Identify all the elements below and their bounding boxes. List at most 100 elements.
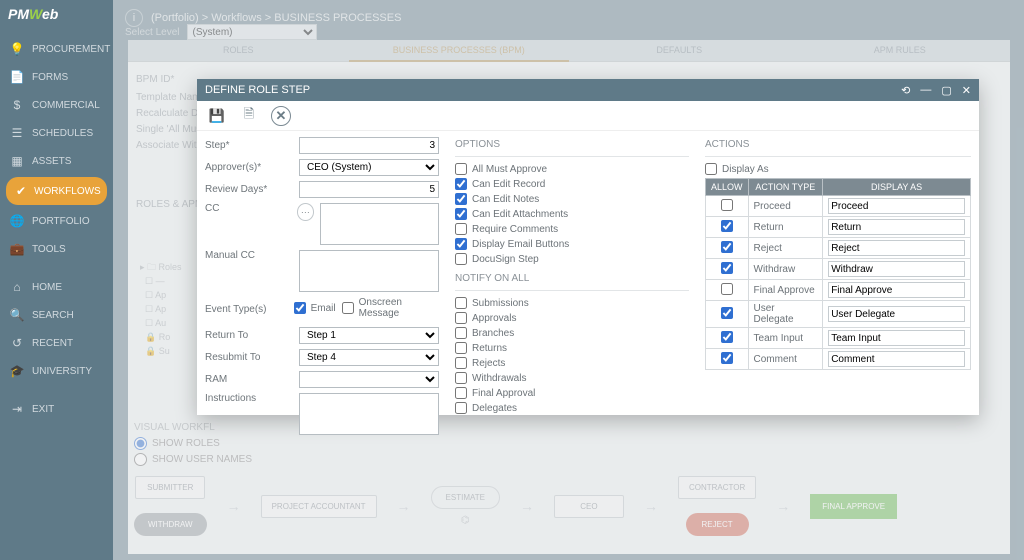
cc-textarea[interactable] <box>320 203 439 245</box>
table-row: Final Approve <box>706 280 971 301</box>
actions-table: ALLOW ACTION TYPE DISPLAY AS Proceed Ret… <box>705 178 971 370</box>
dialog-toolbar: 💾 🗎 ✕ <box>197 101 979 131</box>
action-type-cell: Comment <box>748 349 823 370</box>
display-as-checkbox[interactable]: Display As <box>705 163 971 175</box>
display-as-input[interactable] <box>828 219 965 235</box>
sidebar-item-home[interactable]: ⌂HOME <box>0 273 113 301</box>
sidebar-item-recent[interactable]: ↺RECENT <box>0 329 113 357</box>
sidebar-item-exit[interactable]: ⇥EXIT <box>0 395 113 423</box>
new-doc-icon[interactable]: 🗎 <box>239 106 259 126</box>
cc-picker-icon[interactable]: ⋯ <box>297 203 315 221</box>
table-row: Team Input <box>706 328 971 349</box>
option-require-comments[interactable]: Require Comments <box>455 223 689 235</box>
step-input[interactable] <box>299 137 439 154</box>
tools-icon: 💼 <box>10 242 24 256</box>
action-type-cell: Team Input <box>748 328 823 349</box>
notify-delegates[interactable]: Delegates <box>455 402 689 414</box>
sidebar-item-university[interactable]: 🎓UNIVERSITY <box>0 357 113 385</box>
recent-icon: ↺ <box>10 336 24 350</box>
approver-select[interactable]: CEO (System) <box>299 159 439 176</box>
option-can-edit-notes[interactable]: Can Edit Notes <box>455 193 689 205</box>
review-days-input[interactable] <box>299 181 439 198</box>
col-options: OPTIONS All Must Approve Can Edit Record… <box>447 131 697 446</box>
col-fields: Step* Approver(s)*CEO (System) Review Da… <box>197 131 447 446</box>
action-type-cell: Final Approve <box>748 280 823 301</box>
allow-checkbox[interactable] <box>721 331 733 343</box>
instructions-textarea[interactable] <box>299 393 439 435</box>
notify-rejects[interactable]: Rejects <box>455 357 689 369</box>
resubmit-to-select[interactable]: Step 4 <box>299 349 439 366</box>
sidebar: PMWeb 💡PROCUREMENT📄FORMS$COMMERCIAL☰SCHE… <box>0 0 113 560</box>
col-actions: ACTIONS Display As ALLOW ACTION TYPE DIS… <box>697 131 979 446</box>
sidebar-item-assets[interactable]: ▦ASSETS <box>0 147 113 175</box>
refresh-icon[interactable]: ⟲ <box>901 84 910 97</box>
procurement-icon: 💡 <box>10 42 24 56</box>
table-row: Proceed <box>706 196 971 217</box>
action-type-cell: Proceed <box>748 196 823 217</box>
notify-returns[interactable]: Returns <box>455 342 689 354</box>
display-as-input[interactable] <box>828 261 965 277</box>
table-row: User Delegate <box>706 301 971 328</box>
action-type-cell: Return <box>748 217 823 238</box>
close-icon[interactable]: ✕ <box>962 84 971 97</box>
ram-select[interactable] <box>299 371 439 388</box>
workflows-icon: ✔ <box>16 184 26 198</box>
option-can-edit-attachments[interactable]: Can Edit Attachments <box>455 208 689 220</box>
sidebar-item-search[interactable]: 🔍SEARCH <box>0 301 113 329</box>
dialog-header: DEFINE ROLE STEP ⟲ — ▢ ✕ <box>197 79 979 101</box>
display-as-input[interactable] <box>828 240 965 256</box>
dialog-title: DEFINE ROLE STEP <box>205 84 310 96</box>
sidebar-item-portfolio[interactable]: 🌐PORTFOLIO <box>0 207 113 235</box>
sidebar-item-schedules[interactable]: ☰SCHEDULES <box>0 119 113 147</box>
allow-checkbox[interactable] <box>721 283 733 295</box>
display-as-input[interactable] <box>828 282 965 298</box>
search-icon: 🔍 <box>10 308 24 322</box>
event-email-checkbox[interactable]: Email <box>294 302 336 314</box>
sidebar-item-workflows[interactable]: ✔WORKFLOWS <box>6 177 107 205</box>
display-as-input[interactable] <box>828 306 965 322</box>
university-icon: 🎓 <box>10 364 24 378</box>
manual-cc-textarea[interactable] <box>299 250 439 292</box>
sidebar-item-commercial[interactable]: $COMMERCIAL <box>0 91 113 119</box>
sidebar-item-forms[interactable]: 📄FORMS <box>0 63 113 91</box>
display-as-input[interactable] <box>828 351 965 367</box>
save-icon[interactable]: 💾 <box>207 106 227 126</box>
allow-checkbox[interactable] <box>721 220 733 232</box>
allow-checkbox[interactable] <box>721 199 733 211</box>
schedules-icon: ☰ <box>10 126 24 140</box>
assets-icon: ▦ <box>10 154 24 168</box>
minimize-icon[interactable]: — <box>920 84 931 97</box>
sidebar-item-procurement[interactable]: 💡PROCUREMENT <box>0 35 113 63</box>
allow-checkbox[interactable] <box>721 241 733 253</box>
notify-withdrawals[interactable]: Withdrawals <box>455 372 689 384</box>
allow-checkbox[interactable] <box>721 307 733 319</box>
notify-branches[interactable]: Branches <box>455 327 689 339</box>
event-onscreen-checkbox[interactable]: Onscreen Message <box>342 297 439 319</box>
allow-checkbox[interactable] <box>721 262 733 274</box>
table-row: Withdraw <box>706 259 971 280</box>
forms-icon: 📄 <box>10 70 24 84</box>
option-all-must-approve[interactable]: All Must Approve <box>455 163 689 175</box>
display-as-input[interactable] <box>828 198 965 214</box>
sidebar-item-tools[interactable]: 💼TOOLS <box>0 235 113 263</box>
action-type-cell: Reject <box>748 238 823 259</box>
option-display-email-buttons[interactable]: Display Email Buttons <box>455 238 689 250</box>
return-to-select[interactable]: Step 1 <box>299 327 439 344</box>
option-can-edit-record[interactable]: Can Edit Record <box>455 178 689 190</box>
table-row: Reject <box>706 238 971 259</box>
display-as-input[interactable] <box>828 330 965 346</box>
action-type-cell: User Delegate <box>748 301 823 328</box>
commercial-icon: $ <box>10 98 24 112</box>
define-role-step-dialog: DEFINE ROLE STEP ⟲ — ▢ ✕ 💾 🗎 ✕ Step* App… <box>197 79 979 415</box>
cancel-icon[interactable]: ✕ <box>271 106 291 126</box>
action-type-cell: Withdraw <box>748 259 823 280</box>
home-icon: ⌂ <box>10 280 24 294</box>
allow-checkbox[interactable] <box>721 352 733 364</box>
brand-logo: PMWeb <box>0 0 113 35</box>
notify-final-approval[interactable]: Final Approval <box>455 387 689 399</box>
table-row: Return <box>706 217 971 238</box>
maximize-icon[interactable]: ▢ <box>941 84 951 97</box>
option-docusign-step[interactable]: DocuSign Step <box>455 253 689 265</box>
notify-approvals[interactable]: Approvals <box>455 312 689 324</box>
notify-submissions[interactable]: Submissions <box>455 297 689 309</box>
